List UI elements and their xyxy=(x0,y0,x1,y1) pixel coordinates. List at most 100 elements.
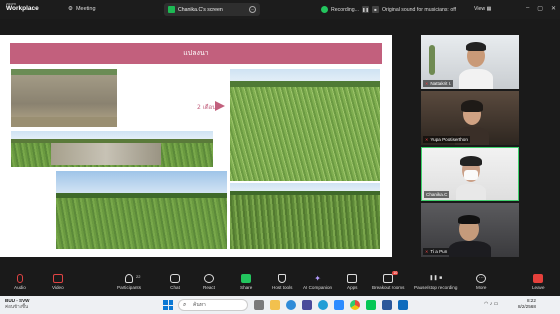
meeting-label: Meeting xyxy=(75,6,96,12)
breakout-rooms-label: Breakout rooms xyxy=(372,285,405,290)
shield-icon xyxy=(321,6,328,13)
task-view-icon[interactable] xyxy=(254,300,264,310)
chat-button[interactable]: Chat xyxy=(170,274,180,290)
ai-companion-button[interactable]: ✦ AI Companion xyxy=(303,274,332,290)
wifi-icon: ◠ xyxy=(484,301,489,307)
shield-icon xyxy=(278,274,287,283)
share-screen-icon xyxy=(241,274,252,283)
pause-stop-recording-button[interactable]: ❚❚ ■ Pause/stop recording xyxy=(414,274,457,290)
chrome-icon[interactable] xyxy=(350,300,360,310)
leave-icon xyxy=(533,274,544,283)
taskbar-clock[interactable]: 8:22 8/2/2568 xyxy=(518,298,536,310)
host-tools-label: Host tools xyxy=(272,285,293,290)
share-button[interactable]: Share xyxy=(240,274,252,290)
pause-stop-icon: ❚❚ ■ xyxy=(429,275,443,281)
chat-icon xyxy=(170,274,180,283)
apps-label: Apps xyxy=(347,285,358,290)
ai-companion-label: AI Companion xyxy=(303,285,333,290)
pause-stop-recording-label: Pause/stop recording xyxy=(414,285,458,290)
participant-name: ✕ Nattakrit I. xyxy=(423,80,454,87)
share-chip[interactable]: Chanika.C's screen ··· xyxy=(164,3,260,16)
system-tray[interactable]: ◠ ♪ ▭ xyxy=(484,301,498,307)
participant-tile[interactable]: ✕ Yupa Pootiserthon xyxy=(421,91,519,145)
more-icon: ··· xyxy=(476,274,487,283)
meeting-menu[interactable]: ⚙ Meeting xyxy=(68,6,96,12)
sparkle-icon: ✦ xyxy=(314,274,321,283)
breakout-rooms-icon: 10 xyxy=(383,271,399,283)
audio-button[interactable]: Audio xyxy=(14,274,26,290)
folder-icon[interactable] xyxy=(270,300,280,310)
recording-status: Recording... ❚❚ ■ Original sound for mus… xyxy=(321,6,456,13)
participant-tile-active-speaker[interactable]: Chanika.C xyxy=(421,147,519,201)
original-sound-label[interactable]: Original sound for musicians: off xyxy=(382,7,456,13)
video-label: Video xyxy=(52,285,64,290)
window-controls: – ▢ ✕ xyxy=(526,5,556,12)
breakout-badge: 10 xyxy=(392,271,399,275)
more-button[interactable]: ··· More xyxy=(476,274,486,290)
apps-button[interactable]: Apps xyxy=(347,274,357,290)
participant-name: ✕ Ti a Pun xyxy=(423,248,450,255)
mic-muted-icon: ✕ xyxy=(425,81,429,86)
recording-label: Recording... xyxy=(331,6,359,13)
store-icon[interactable] xyxy=(302,300,312,310)
mic-muted-icon: ✕ xyxy=(425,249,429,254)
taskbar-search[interactable]: ⌕ ค้นหา xyxy=(178,299,248,311)
battery-icon: ▭ xyxy=(493,301,499,307)
windows-start-icon[interactable] xyxy=(163,300,173,310)
zoom-icon[interactable] xyxy=(334,300,344,310)
weather-widget[interactable]: BUU - SVW ค่อนข้างชื้น xyxy=(5,298,30,310)
more-icon[interactable]: ··· xyxy=(249,6,256,13)
duration-label: 2 เดือน xyxy=(197,104,217,111)
weather-desc: ค่อนข้างชื้น xyxy=(5,304,29,309)
search-placeholder: ค้นหา xyxy=(193,302,206,308)
young-rice-field-photo xyxy=(56,171,227,249)
edge-icon[interactable] xyxy=(318,300,328,310)
shared-slide: แปลงนา 2 เดือน xyxy=(0,35,392,257)
gear-icon: ⚙ xyxy=(68,6,73,12)
meeting-toolbar: Audio Video 22 Participants Chat React S… xyxy=(0,270,560,296)
wide-flooded-field-photo xyxy=(11,131,213,167)
participant-tile[interactable]: ✕ Ti a Pun xyxy=(421,203,519,257)
react-label: React xyxy=(203,285,216,290)
stop-recording-icon[interactable]: ■ xyxy=(371,6,379,13)
grid-icon: ▦ xyxy=(486,6,492,12)
flooded-field-photo xyxy=(11,69,117,127)
windows-taskbar: BUU - SVW ค่อนข้างชื้น ⌕ ค้นหา ◠ ♪ ▭ 8:2… xyxy=(0,296,560,314)
clock-date: 8/2/2568 xyxy=(518,304,536,309)
word-icon[interactable] xyxy=(382,300,392,310)
audio-label: Audio xyxy=(14,285,26,290)
video-button[interactable]: Video xyxy=(52,274,64,290)
share-screen-icon xyxy=(168,6,175,13)
apps-icon xyxy=(347,274,358,283)
view-label: View xyxy=(474,6,486,12)
brand-main: Workplace xyxy=(6,5,39,12)
browser-icon[interactable] xyxy=(286,300,296,310)
participant-name: Chanika.C xyxy=(424,191,450,198)
participants-icon: 22 xyxy=(125,274,140,283)
leave-label: Leave xyxy=(532,285,545,290)
minimize-icon[interactable]: – xyxy=(526,5,529,12)
pause-recording-icon[interactable]: ❚❚ xyxy=(361,6,369,13)
line-icon[interactable] xyxy=(366,300,376,310)
video-camera-off-icon xyxy=(52,274,63,283)
participants-label: Participants xyxy=(117,285,142,290)
search-icon: ⌕ xyxy=(183,302,187,308)
grown-rice-field-photo xyxy=(230,69,380,181)
outlook-icon[interactable] xyxy=(398,300,408,310)
host-tools-button[interactable]: Host tools xyxy=(272,274,292,290)
participants-button[interactable]: 22 Participants xyxy=(117,274,141,290)
zoom-logo: zoom Workplace xyxy=(6,2,39,13)
participant-name: ✕ Yupa Pootiserthon xyxy=(423,136,470,143)
view-button[interactable]: View ▦ xyxy=(474,6,492,12)
more-label: More xyxy=(476,285,487,290)
share-chip-label: Chanika.C's screen xyxy=(178,6,223,13)
participant-tile[interactable]: ✕ Nattakrit I. xyxy=(421,35,519,89)
heart-icon xyxy=(204,274,214,283)
breakout-rooms-button[interactable]: 10 Breakout rooms xyxy=(372,271,405,290)
close-icon[interactable]: ✕ xyxy=(551,5,556,12)
chat-label: Chat xyxy=(170,285,180,290)
mic-muted-icon: ✕ xyxy=(425,137,429,142)
leave-button[interactable]: Leave xyxy=(532,274,545,290)
react-button[interactable]: React xyxy=(203,274,215,290)
maximize-icon[interactable]: ▢ xyxy=(537,5,543,12)
